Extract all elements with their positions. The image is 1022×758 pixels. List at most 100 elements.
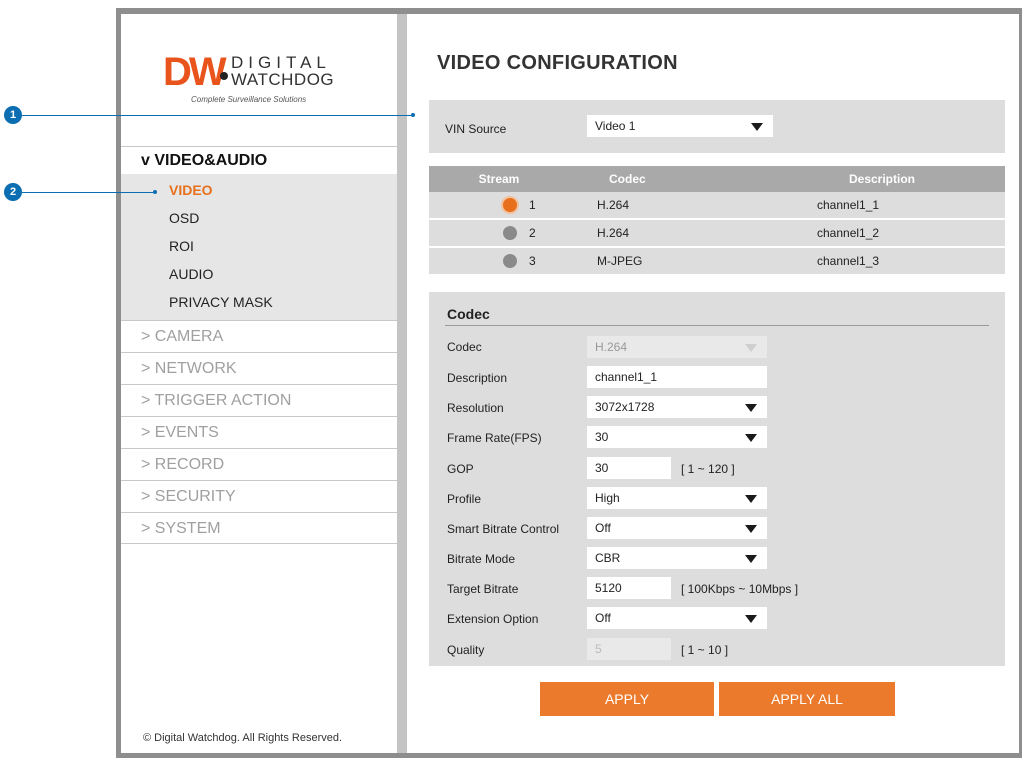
bitrate-mode-label: Bitrate Mode [447, 552, 516, 566]
codec-label: Codec [447, 340, 482, 354]
gop-label: GOP [447, 462, 474, 476]
chevron-down-icon [745, 525, 757, 533]
gop-input[interactable]: 30 [587, 457, 671, 479]
resolution-value: 3072x1728 [595, 400, 655, 414]
apply-button[interactable]: APPLY [540, 682, 714, 716]
header-stream: Stream [478, 172, 520, 186]
callout-badge-1: 1 [4, 106, 22, 124]
header-codec: Codec [609, 172, 646, 186]
nav-section-video-audio[interactable]: v VIDEO&AUDIO [121, 146, 397, 174]
column-divider [397, 14, 407, 753]
vin-source-panel: VIN Source Video 1 [429, 100, 1005, 153]
stream-number: 1 [529, 198, 536, 212]
sidebar-item-system[interactable]: > SYSTEM [121, 512, 397, 544]
chevron-down-icon [745, 344, 757, 352]
codec-section-title: Codec [447, 306, 490, 322]
bitrate-mode-select[interactable]: CBR [587, 547, 767, 569]
apply-all-button[interactable]: APPLY ALL [719, 682, 895, 716]
extension-option-select[interactable]: Off [587, 607, 767, 629]
gop-range-hint: [ 1 ~ 120 ] [681, 462, 735, 476]
nav-submenu: VIDEO OSD ROI AUDIO PRIVACY MASK [121, 174, 397, 320]
chevron-down-icon [751, 123, 763, 131]
stream-codec: H.264 [597, 198, 630, 212]
logo-mark: DW [163, 50, 227, 94]
bitrate-mode-value: CBR [595, 551, 621, 565]
codec-select[interactable]: H.264 [587, 336, 767, 358]
frame-rate-value: 30 [595, 430, 609, 444]
sidebar-item-roi[interactable]: ROI [121, 232, 397, 260]
page-title: VIDEO CONFIGURATION [437, 52, 678, 74]
stream-table-header: Stream Codec Description [429, 166, 1005, 192]
smart-bitrate-select[interactable]: Off [587, 517, 767, 539]
profile-label: Profile [447, 492, 482, 506]
stream-codec: M-JPEG [597, 254, 643, 268]
stream-number: 3 [529, 254, 536, 268]
target-bitrate-input[interactable]: 5120 [587, 577, 671, 599]
digital-watchdog-logo: DW DIGITAL WATCHDOG Complete Surveillanc… [163, 52, 363, 118]
logo-tagline: Complete Surveillance Solutions [191, 95, 307, 104]
frame-rate-select[interactable]: 30 [587, 426, 767, 448]
description-label: Description [447, 371, 508, 385]
resolution-label: Resolution [447, 401, 504, 415]
description-input[interactable]: channel1_1 [587, 366, 767, 388]
copyright-text: © Digital Watchdog. All Rights Reserved. [143, 732, 343, 744]
codec-settings-panel: Codec Codec H.264 Description channel1_1… [429, 292, 1005, 666]
stream-radio[interactable] [503, 254, 517, 268]
stream-description: channel1_1 [817, 198, 880, 212]
page: DW DIGITAL WATCHDOG Complete Surveillanc… [0, 0, 1022, 758]
sidebar-item-trigger-action[interactable]: > TRIGGER ACTION [121, 384, 397, 416]
table-row[interactable]: 3 M-JPEG channel1_3 [429, 248, 1005, 276]
resolution-select[interactable]: 3072x1728 [587, 396, 767, 418]
stream-radio[interactable] [503, 226, 517, 240]
stream-number: 2 [529, 226, 536, 240]
sidebar-item-osd[interactable]: OSD [121, 204, 397, 232]
target-bitrate-label: Target Bitrate [447, 582, 519, 596]
table-row[interactable]: 2 H.264 channel1_2 [429, 220, 1005, 248]
quality-input[interactable]: 5 [587, 638, 671, 660]
quality-range-hint: [ 1 ~ 10 ] [681, 643, 729, 657]
chevron-down-icon [745, 615, 757, 623]
vin-source-label: VIN Source [445, 122, 507, 136]
smart-bitrate-label: Smart Bitrate Control [447, 522, 560, 536]
vin-source-value: Video 1 [595, 119, 636, 133]
extension-option-value: Off [595, 611, 611, 625]
section-divider [445, 325, 989, 326]
stream-table: Stream Codec Description 1 H.264 channel… [429, 166, 1005, 276]
table-row[interactable]: 1 H.264 channel1_1 [429, 192, 1005, 220]
sidebar: DW DIGITAL WATCHDOG Complete Surveillanc… [121, 14, 397, 753]
profile-value: High [595, 491, 620, 505]
profile-select[interactable]: High [587, 487, 767, 509]
sidebar-item-record[interactable]: > RECORD [121, 448, 397, 480]
main-panel: VIDEO CONFIGURATION VIN Source Video 1 S… [407, 14, 1019, 753]
stream-description: channel1_2 [817, 226, 880, 240]
chevron-down-icon [745, 434, 757, 442]
vin-source-select[interactable]: Video 1 [587, 115, 773, 137]
frame-rate-label: Frame Rate(FPS) [447, 431, 542, 445]
callout-badge-2: 2 [4, 183, 22, 201]
sidebar-item-audio[interactable]: AUDIO [121, 260, 397, 288]
sidebar-item-events[interactable]: > EVENTS [121, 416, 397, 448]
chevron-down-icon [745, 495, 757, 503]
sidebar-item-video[interactable]: VIDEO [121, 176, 397, 204]
quality-label: Quality [447, 643, 485, 657]
sidebar-nav: v VIDEO&AUDIO VIDEO OSD ROI AUDIO PRIVAC… [121, 146, 397, 544]
codec-value: H.264 [595, 340, 628, 354]
stream-codec: H.264 [597, 226, 630, 240]
sidebar-item-camera[interactable]: > CAMERA [121, 320, 397, 352]
callout-dot-1 [411, 113, 415, 117]
sidebar-item-privacy-mask[interactable]: PRIVACY MASK [121, 288, 397, 316]
logo-dot-icon [220, 72, 228, 80]
sidebar-item-network[interactable]: > NETWORK [121, 352, 397, 384]
callout-line-1 [22, 115, 413, 116]
callout-dot-2 [153, 190, 157, 194]
extension-option-label: Extension Option [447, 612, 539, 626]
target-bitrate-range-hint: [ 100Kbps ~ 10Mbps ] [681, 582, 799, 596]
chevron-down-icon [745, 555, 757, 563]
header-description: Description [848, 172, 915, 186]
stream-radio-selected[interactable] [503, 198, 517, 212]
logo-text-line2: WATCHDOG [231, 70, 335, 89]
stream-description: channel1_3 [817, 254, 880, 268]
smart-bitrate-value: Off [595, 521, 611, 535]
sidebar-item-security[interactable]: > SECURITY [121, 480, 397, 512]
callout-line-2 [22, 192, 154, 193]
